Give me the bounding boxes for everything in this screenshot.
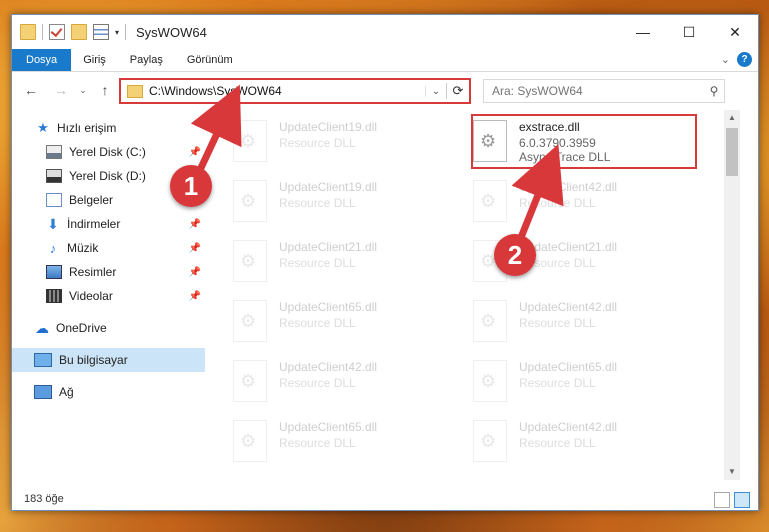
step-1-badge: 1 bbox=[170, 165, 212, 207]
annotation-arrows bbox=[190, 84, 564, 242]
arrow-1 bbox=[190, 84, 242, 172]
arrow-2 bbox=[511, 144, 564, 242]
step-2-badge: 2 bbox=[494, 234, 536, 276]
